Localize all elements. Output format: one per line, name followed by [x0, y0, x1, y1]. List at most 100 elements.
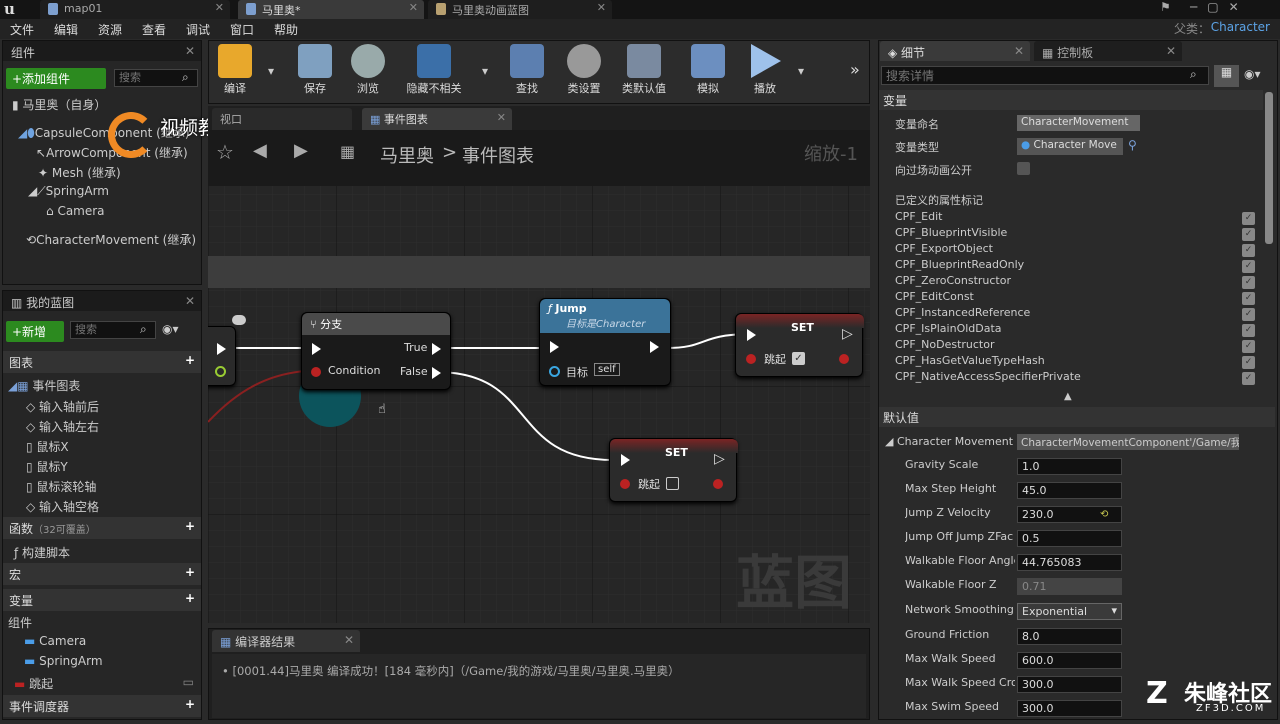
add-function-icon[interactable]: +: [185, 519, 195, 533]
var-jump[interactable]: ▬ 跳起 ▭: [14, 675, 198, 692]
details-scrollbar[interactable]: [1265, 92, 1273, 244]
reset-to-default-icon[interactable]: ⟲: [1100, 509, 1108, 520]
back-arrow-icon[interactable]: ◀: [253, 140, 267, 161]
add-graph-icon[interactable]: +: [185, 353, 195, 367]
variables-category[interactable]: 变量: [879, 90, 1263, 110]
set-node-false[interactable]: SET ▷ 跳起: [609, 438, 738, 502]
collapse-arrow-icon[interactable]: ▲: [1064, 391, 1072, 402]
play-button[interactable]: 播放: [737, 42, 793, 100]
dispatchers-section[interactable]: 事件调度器 +: [3, 695, 201, 717]
close-icon[interactable]: ✕: [1014, 44, 1024, 58]
tab-details[interactable]: ◈ 细节 ✕: [880, 41, 1030, 61]
add-dispatcher-icon[interactable]: +: [185, 697, 195, 711]
macros-section[interactable]: 宏 +: [3, 563, 201, 585]
prop-value-input[interactable]: 300.0: [1017, 676, 1122, 693]
cm-row[interactable]: ◢ Character Movement: [885, 435, 1013, 448]
menu-file[interactable]: 文件: [10, 21, 34, 38]
var-name-field[interactable]: CharacterMovement: [1017, 115, 1140, 131]
close-icon[interactable]: ✕: [497, 111, 506, 124]
save-button[interactable]: 保存: [287, 42, 343, 100]
graphs-section[interactable]: 图表 +: [3, 351, 201, 373]
event-item[interactable]: ◇ 输入轴左右: [26, 418, 99, 435]
false-pin[interactable]: [432, 367, 441, 379]
chevron-down-icon[interactable]: ▾: [268, 64, 274, 78]
data-pin[interactable]: [215, 366, 226, 377]
var-type-dropdown[interactable]: ● Character Move: [1017, 138, 1123, 155]
prop-value-input[interactable]: 8.0: [1017, 628, 1122, 645]
hide-unrelated-button[interactable]: 隐藏不相关: [398, 42, 470, 100]
tree-item-charactermovement[interactable]: ⟲CharacterMovement (继承): [26, 231, 196, 248]
smoothing-dropdown[interactable]: Exponential ▾: [1017, 603, 1122, 620]
exec-out-pin[interactable]: ▷: [842, 326, 853, 342]
notification-icon[interactable]: ⚑: [1160, 0, 1171, 14]
close-icon[interactable]: ✕: [344, 633, 354, 647]
tab-map01[interactable]: map01 ✕: [40, 0, 230, 19]
add-variable-icon[interactable]: +: [185, 591, 195, 605]
close-icon[interactable]: ✕: [215, 1, 224, 14]
chevron-down-icon[interactable]: ▾: [798, 64, 804, 78]
set-node-true[interactable]: SET ▷ 跳起 ✓: [735, 313, 864, 377]
prop-value-input[interactable]: 1.0: [1017, 458, 1122, 475]
menu-asset[interactable]: 资源: [98, 21, 122, 38]
tree-item-springarm[interactable]: ◢⟋SpringArm: [28, 184, 109, 199]
menu-window[interactable]: 窗口: [230, 21, 254, 38]
close-icon[interactable]: ✕: [1166, 44, 1176, 58]
components-category[interactable]: 组件: [8, 614, 32, 631]
event-item[interactable]: ▯ 鼠标滚轮轴: [26, 478, 96, 495]
tab-anim-blueprint[interactable]: 马里奥动画蓝图 ✕: [428, 0, 612, 19]
more-icon[interactable]: »: [850, 60, 860, 79]
menu-edit[interactable]: 编辑: [54, 21, 78, 38]
prop-value-input[interactable]: 600.0: [1017, 652, 1122, 669]
exec-in-pin[interactable]: [621, 454, 630, 466]
close-icon[interactable]: ✕: [185, 294, 195, 308]
event-item[interactable]: ◇ 输入轴空格: [26, 498, 99, 515]
unchecked-checkbox[interactable]: [666, 477, 679, 490]
branch-node[interactable]: ⑂ 分支 Condition True False: [301, 312, 451, 390]
var-springarm[interactable]: ▬ SpringArm: [24, 654, 103, 668]
eye-icon[interactable]: ◉▾: [162, 322, 179, 336]
menu-view[interactable]: 查看: [142, 21, 166, 38]
tree-item-mesh[interactable]: ✦ Mesh (继承): [38, 164, 121, 181]
event-item[interactable]: ▯ 鼠标Y: [26, 458, 68, 475]
close-icon[interactable]: ✕: [597, 1, 606, 14]
simulate-button[interactable]: 模拟: [680, 42, 736, 100]
checked-checkbox[interactable]: ✓: [792, 352, 805, 365]
tab-viewport[interactable]: 视口: [212, 108, 352, 130]
partial-node[interactable]: [208, 326, 236, 386]
close-icon[interactable]: ✕: [185, 44, 195, 58]
functions-section[interactable]: 函数（32可覆盖） +: [3, 517, 201, 539]
jump-value-pin[interactable]: [746, 354, 756, 364]
window-controls[interactable]: ─▢✕: [1190, 0, 1249, 14]
jump-value-pin[interactable]: [620, 479, 630, 489]
star-icon[interactable]: ☆: [216, 140, 234, 164]
compile-button[interactable]: 编译: [207, 42, 263, 100]
find-button[interactable]: 查找: [499, 42, 555, 100]
details-search-input[interactable]: [881, 66, 1209, 85]
forward-arrow-icon[interactable]: ▶: [294, 140, 308, 161]
menu-help[interactable]: 帮助: [274, 21, 298, 38]
tab-control-panel[interactable]: ▦ 控制板 ✕: [1034, 41, 1182, 61]
tab-compiler-results[interactable]: ▦ 编译器结果 ✕: [212, 630, 360, 652]
exec-out-pin[interactable]: [650, 341, 659, 353]
class-settings-button[interactable]: 类设置: [556, 42, 612, 100]
browse-button[interactable]: 浏览: [340, 42, 396, 100]
add-component-button[interactable]: +添加组件: [6, 68, 106, 89]
component-root[interactable]: ▮ 马里奥（自身）: [12, 96, 106, 113]
event-item[interactable]: ▯ 鼠标X: [26, 438, 69, 455]
menu-debug[interactable]: 调试: [186, 21, 210, 38]
prop-value-input[interactable]: 300.0: [1017, 700, 1122, 717]
new-button[interactable]: +新增: [6, 321, 64, 342]
prop-value-input[interactable]: 0.5: [1017, 530, 1122, 547]
exec-out-pin[interactable]: ▷: [714, 451, 725, 467]
breadcrumb-root[interactable]: 马里奥: [380, 142, 434, 168]
exec-in-pin[interactable]: [550, 341, 559, 353]
target-pin[interactable]: [549, 366, 560, 377]
prop-value-input[interactable]: 44.765083: [1017, 554, 1122, 571]
graph-canvas[interactable]: ☆ ◀ ▶ ▦ 马里奥 > 事件图表 缩放-1 ⑂ 分支 Condition T…: [208, 130, 870, 623]
chevron-down-icon[interactable]: ▾: [482, 64, 488, 78]
condition-pin[interactable]: [311, 367, 321, 377]
exec-in-pin[interactable]: [312, 343, 321, 355]
eye-icon[interactable]: ◉▾: [1244, 67, 1261, 81]
jump-node[interactable]: ƒ Jump 目标是Character 目标 self: [539, 298, 671, 386]
tree-event-graph[interactable]: ◢▦ 事件图表: [8, 377, 80, 394]
